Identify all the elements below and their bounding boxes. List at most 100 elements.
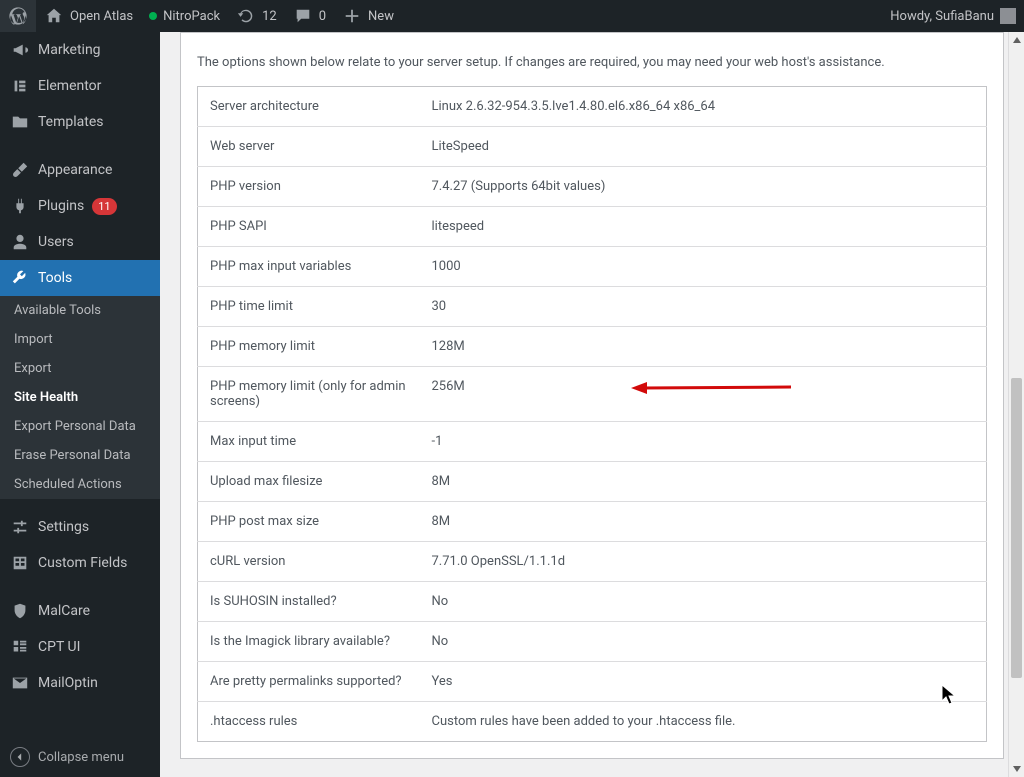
plus-icon <box>342 6 362 26</box>
sidebar-item-tools[interactable]: Tools <box>0 260 160 296</box>
row-value: 1000 <box>420 247 987 287</box>
row-value: 8M <box>420 502 987 542</box>
sidebar-item-label: Templates <box>38 114 104 130</box>
update-badge: 11 <box>92 198 116 215</box>
row-value: 128M <box>420 327 987 367</box>
row-key: .htaccess rules <box>198 702 420 742</box>
admin-bar: Open Atlas NitroPack 12 0 <box>0 0 1024 32</box>
elementor-icon <box>10 76 30 96</box>
row-key: cURL version <box>198 542 420 582</box>
submenu-item-site-health[interactable]: Site Health <box>0 383 160 412</box>
refresh-icon <box>236 6 256 26</box>
row-value: No <box>420 622 987 662</box>
site-link[interactable]: Open Atlas <box>36 0 141 32</box>
sidebar-item-mailoptin[interactable]: MailOptin <box>0 665 160 701</box>
mail-icon <box>10 673 30 693</box>
wrench-icon <box>10 268 30 288</box>
collapse-menu[interactable]: Collapse menu <box>0 737 160 777</box>
table-row: Is SUHOSIN installed?No <box>198 582 987 622</box>
status-dot-icon <box>149 12 157 20</box>
panel-description: The options shown below relate to your s… <box>197 55 987 70</box>
sidebar-item-plugins[interactable]: Plugins11 <box>0 188 160 224</box>
sidebar-item-label: CPT UI <box>38 639 80 655</box>
sidebar-item-templates[interactable]: Templates <box>0 104 160 140</box>
sidebar-item-users[interactable]: Users <box>0 224 160 260</box>
wp-logo[interactable] <box>0 0 36 32</box>
row-value: -1 <box>420 422 987 462</box>
vertical-scrollbar[interactable] <box>1008 32 1024 777</box>
server-info-panel: The options shown below relate to your s… <box>180 32 1004 759</box>
sidebar-item-cptui[interactable]: CPT UI <box>0 629 160 665</box>
row-key: PHP SAPI <box>198 207 420 247</box>
account-link[interactable]: Howdy, SufiaBanu <box>882 0 1024 32</box>
sidebar-item-malcare[interactable]: MalCare <box>0 593 160 629</box>
row-key: PHP version <box>198 167 420 207</box>
plug-icon <box>10 196 30 216</box>
sidebar-item-label: Custom Fields <box>38 555 127 571</box>
nitropack-link[interactable]: NitroPack <box>141 0 228 32</box>
sidebar-item-label: MailOptin <box>38 675 98 691</box>
howdy-label: Howdy, SufiaBanu <box>890 9 994 24</box>
sidebar-item-custom-fields[interactable]: Custom Fields <box>0 545 160 581</box>
folder-icon <box>10 112 30 132</box>
server-info-table: Server architectureLinux 2.6.32-954.3.5.… <box>197 86 987 742</box>
content-area: The options shown below relate to your s… <box>160 32 1024 777</box>
submenu-item-import[interactable]: Import <box>0 325 160 354</box>
sidebar-item-appearance[interactable]: Appearance <box>0 152 160 188</box>
comments-link[interactable]: 0 <box>285 0 334 32</box>
sliders-icon <box>10 517 30 537</box>
tools-submenu: Available ToolsImportExportSite HealthEx… <box>0 296 160 499</box>
updates-count: 12 <box>262 9 277 24</box>
grid-icon <box>10 637 30 657</box>
sidebar-item-settings[interactable]: Settings <box>0 509 160 545</box>
scroll-thumb[interactable] <box>1011 378 1022 678</box>
chevron-left-icon <box>10 747 30 767</box>
mouse-cursor-icon <box>942 685 958 709</box>
comments-count: 0 <box>319 9 326 24</box>
sidebar-item-label: Tools <box>38 270 72 286</box>
table-row: Are pretty permalinks supported?Yes <box>198 662 987 702</box>
submenu-item-available-tools[interactable]: Available Tools <box>0 296 160 325</box>
row-value: LiteSpeed <box>420 127 987 167</box>
row-key: Max input time <box>198 422 420 462</box>
row-key: PHP post max size <box>198 502 420 542</box>
new-content-link[interactable]: New <box>334 0 402 32</box>
table-row: PHP version7.4.27 (Supports 64bit values… <box>198 167 987 207</box>
nitropack-label: NitroPack <box>163 9 220 24</box>
table-row: Max input time-1 <box>198 422 987 462</box>
row-key: Are pretty permalinks supported? <box>198 662 420 702</box>
sidebar-item-elementor[interactable]: Elementor <box>0 68 160 104</box>
row-value: Custom rules have been added to your .ht… <box>420 702 987 742</box>
tablecells-icon <box>10 553 30 573</box>
row-value: 7.4.27 (Supports 64bit values) <box>420 167 987 207</box>
site-name-label: Open Atlas <box>70 9 133 24</box>
submenu-item-export[interactable]: Export <box>0 354 160 383</box>
row-value: 256M <box>420 367 987 422</box>
row-value: Yes <box>420 662 987 702</box>
table-row: PHP memory limit128M <box>198 327 987 367</box>
comment-icon <box>293 6 313 26</box>
row-key: PHP memory limit (only for admin screens… <box>198 367 420 422</box>
collapse-label: Collapse menu <box>38 750 124 765</box>
person-icon <box>10 232 30 252</box>
sidebar-item-label: Users <box>38 234 74 250</box>
submenu-item-erase-personal[interactable]: Erase Personal Data <box>0 441 160 470</box>
table-row: .htaccess rulesCustom rules have been ad… <box>198 702 987 742</box>
table-row: cURL version7.71.0 OpenSSL/1.1.1d <box>198 542 987 582</box>
row-key: PHP memory limit <box>198 327 420 367</box>
scroll-down-button[interactable] <box>1009 761 1024 777</box>
sidebar-item-label: Marketing <box>38 42 101 58</box>
row-value: No <box>420 582 987 622</box>
table-row: PHP SAPIlitespeed <box>198 207 987 247</box>
row-value: litespeed <box>420 207 987 247</box>
sidebar-item-marketing[interactable]: Marketing <box>0 32 160 68</box>
submenu-item-export-personal[interactable]: Export Personal Data <box>0 412 160 441</box>
table-row: PHP max input variables1000 <box>198 247 987 287</box>
megaphone-icon <box>10 40 30 60</box>
row-key: Is SUHOSIN installed? <box>198 582 420 622</box>
updates-link[interactable]: 12 <box>228 0 285 32</box>
submenu-item-scheduled-actions[interactable]: Scheduled Actions <box>0 470 160 499</box>
row-value: Linux 2.6.32-954.3.5.lve1.4.80.el6.x86_6… <box>420 87 987 127</box>
scroll-up-button[interactable] <box>1009 32 1024 48</box>
sidebar-item-label: MalCare <box>38 603 90 619</box>
